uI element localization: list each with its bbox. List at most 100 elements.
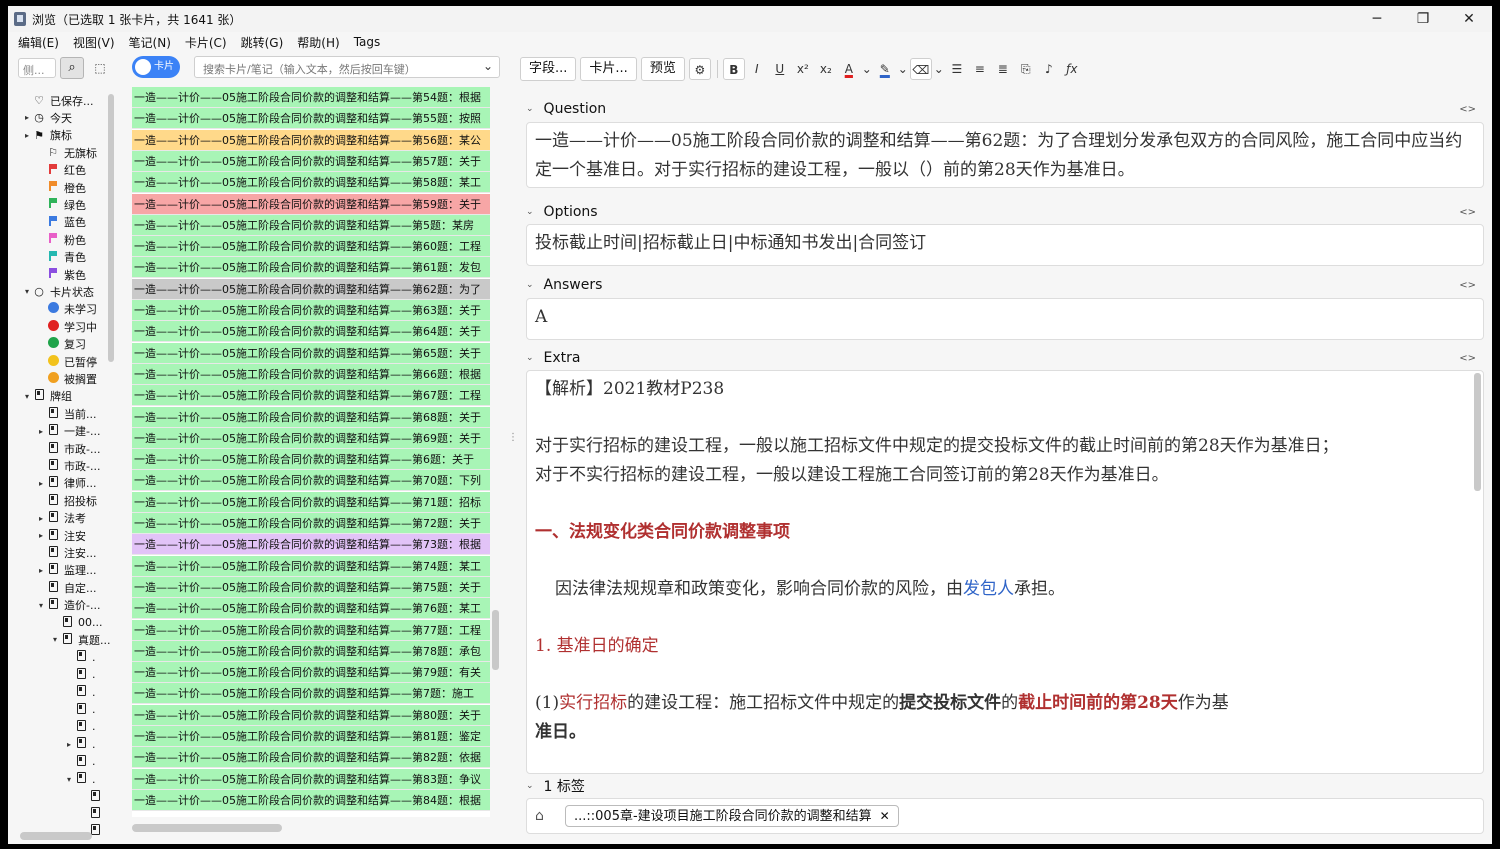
numbered-list-icon[interactable]: ≡ [969,58,991,80]
options-field[interactable]: 投标截止时间|招标截止日|中标通知书发出|合同签订 [526,224,1484,266]
chevron-down-icon[interactable]: ▾ [50,635,60,644]
question-field[interactable]: 一造——计价——05施工阶段合同价款的调整和结算——第62题：为了合理划分发承包… [526,122,1484,188]
sidebar-item[interactable]: ▾. [64,771,116,788]
cards-notes-toggle[interactable]: 卡片 [132,56,180,78]
sidebar-item[interactable]: 青色 [36,249,116,266]
table-row[interactable]: 一造——计价——05施工阶段合同价款的调整和结算——第69题：关于 [132,427,490,449]
sidebar-item[interactable]: ▸ 律师... [36,475,116,492]
sidebar-item[interactable]: 注安... [36,544,116,561]
table-row[interactable]: 一造——计价——05施工阶段合同价款的调整和结算——第84题：根据 [132,789,490,811]
chevron-right-icon[interactable]: ▸ [64,740,74,749]
highlight-icon[interactable]: ✎ [874,58,896,80]
table-row[interactable]: 一造——计价——05施工阶段合同价款的调整和结算——第70题：下列 [132,470,490,492]
sidebar-item[interactable]: ⚐ 无旗标 [36,144,116,161]
close-icon[interactable]: ✕ [880,809,890,823]
extra-field[interactable]: 【解析】2021教材P238 对于实行招标的建设工程，一般以施工招标文件中规定的… [526,370,1484,774]
eraser-icon[interactable]: ⌫ [909,58,932,80]
card-table-hscrollbar[interactable] [132,824,282,832]
superscript-icon[interactable]: x² [792,58,814,80]
sidebar-scrollbar[interactable] [108,94,114,362]
table-row[interactable]: 一造——计价——05施工阶段合同价款的调整和结算——第75题：关于 [132,576,490,598]
sidebar-search-input[interactable]: 侧... [18,58,56,78]
sidebar-hscrollbar[interactable] [20,832,92,840]
table-row[interactable]: 一造——计价——05施工阶段合同价款的调整和结算——第5题：某房 [132,214,490,236]
sidebar-item[interactable]: 自定... [36,579,116,596]
chevron-down-icon[interactable]: ▾ [36,601,46,610]
sidebar-item[interactable]: ▾ ○ 卡片状态 [22,283,116,300]
menu-edit[interactable]: 编辑(E) [18,34,59,51]
fields-button[interactable]: 字段... [520,57,577,81]
sidebar-item[interactable]: ▾ 牌组 [22,388,116,405]
sidebar-item[interactable]: 复习 [36,336,116,353]
table-row[interactable]: 一造——计价——05施工阶段合同价款的调整和结算——第71题：招标 [132,491,490,513]
sidebar-item[interactable]: . [64,753,116,770]
paperclip-icon[interactable]: ⎘ [1015,58,1037,80]
sidebar-item[interactable] [78,805,116,822]
table-row[interactable]: 一造——计价——05施工阶段合同价款的调整和结算——第68题：关于 [132,406,490,428]
chevron-down-icon[interactable]: ⌄ [933,58,945,80]
menu-tags[interactable]: Tags [354,35,381,49]
chevron-down-icon[interactable]: ▾ [64,775,74,784]
sidebar-item[interactable]: . [64,701,116,718]
cards-button[interactable]: 卡片... [580,57,637,81]
table-row[interactable]: 一造——计价——05施工阶段合同价款的调整和结算——第60题：工程 [132,236,490,258]
tags-header[interactable]: ⌄ 1 标签 [526,776,585,796]
chevron-right-icon[interactable]: ▸ [36,479,46,488]
align-icon[interactable]: ≣ [992,58,1014,80]
chevron-down-icon[interactable]: ⌄ [526,207,534,217]
table-row[interactable]: 一造——计价——05施工阶段合同价款的调整和结算——第7题：施工 [132,683,490,705]
table-row[interactable]: 一造——计价——05施工阶段合同价款的调整和结算——第57题：关于 [132,150,490,172]
sidebar-item[interactable]: ▸ ⚑ 旗标 [22,127,116,144]
sidebar-item[interactable]: . [64,666,116,683]
table-row[interactable]: 一造——计价——05施工阶段合同价款的调整和结算——第80题：关于 [132,704,490,726]
table-row[interactable]: 一造——计价——05施工阶段合同价款的调整和结算——第78题：承包 [132,640,490,662]
sidebar-item[interactable]: 橙色 [36,179,116,196]
sidebar-item[interactable]: ▾ 真题... [50,631,116,648]
table-row[interactable]: 一造——计价——05施工阶段合同价款的调整和结算——第66题：根据 [132,363,490,385]
bullet-list-icon[interactable]: ☰ [946,58,968,80]
table-row[interactable]: 一造——计价——05施工阶段合同价款的调整和结算——第74题：某工 [132,555,490,577]
table-row[interactable]: 一造——计价——05施工阶段合同价款的调整和结算——第54题：根据 [132,87,490,108]
table-row[interactable]: 一造——计价——05施工阶段合同价款的调整和结算——第76题：某工 [132,598,490,620]
table-row[interactable]: 一造——计价——05施工阶段合同价款的调整和结算——第56题：某公 [132,129,490,151]
sidebar-item[interactable]: . [64,684,116,701]
sidebar-item[interactable]: 当前... [36,405,116,422]
sidebar-item[interactable]: 绿色 [36,196,116,213]
sidebar-item[interactable]: . [64,649,116,666]
sidebar-item[interactable]: 被搁置 [36,370,116,387]
italic-icon[interactable]: I [746,58,768,80]
chevron-down-icon[interactable]: ▾ [22,392,32,401]
sidebar-item[interactable]: 招投标 [36,492,116,509]
card-search-input[interactable]: 搜索卡片/笔记（输入文本，然后按回车键） ⌄ [194,56,500,78]
sidebar-item[interactable]: 未学习 [36,301,116,318]
menu-view[interactable]: 视图(V) [73,34,115,51]
sidebar-item[interactable]: 市政-... [36,457,116,474]
chevron-down-icon[interactable]: ⌄ [483,59,493,73]
card-table-scrollbar[interactable] [492,610,499,670]
subscript-icon[interactable]: x₂ [815,58,837,80]
chevron-right-icon[interactable]: ▸ [36,427,46,436]
chevron-down-icon[interactable]: ⌄ [526,781,534,791]
table-row[interactable]: 一造——计价——05施工阶段合同价款的调整和结算——第77题：工程 [132,619,490,641]
answers-field[interactable]: A [526,298,1484,340]
chevron-right-icon[interactable]: ▸ [36,514,46,523]
function-icon[interactable]: ƒx [1061,58,1083,80]
chevron-right-icon[interactable]: ▸ [22,131,32,140]
sidebar-item[interactable]: 紫色 [36,266,116,283]
sidebar-item[interactable]: ▸ 监理... [36,562,116,579]
pane-splitter[interactable]: ⋮ [508,433,518,450]
menu-go[interactable]: 跳转(G) [241,34,284,51]
table-row[interactable]: 一造——计价——05施工阶段合同价款的调整和结算——第6题：关于 [132,449,490,471]
sidebar-item[interactable] [78,788,116,805]
menu-cards[interactable]: 卡片(C) [185,34,227,51]
table-row[interactable]: 一造——计价——05施工阶段合同价款的调整和结算——第67题：工程 [132,385,490,407]
menu-notes[interactable]: 笔记(N) [129,34,171,51]
extra-scrollbar[interactable] [1474,373,1481,491]
question-field-header[interactable]: ⌄ Question [526,99,606,119]
sidebar-item[interactable]: ▸ 法考 [36,510,116,527]
answers-field-header[interactable]: ⌄ Answers [526,275,602,295]
tag-editor[interactable]: ⌂ ...::005章-建设项目施工阶段合同价款的调整和结算 ✕ [526,798,1484,834]
html-toggle-icon[interactable]: <> [1459,280,1476,291]
sidebar-item[interactable]: 00... [50,614,116,631]
extra-field-header[interactable]: ⌄ Extra [526,348,581,368]
